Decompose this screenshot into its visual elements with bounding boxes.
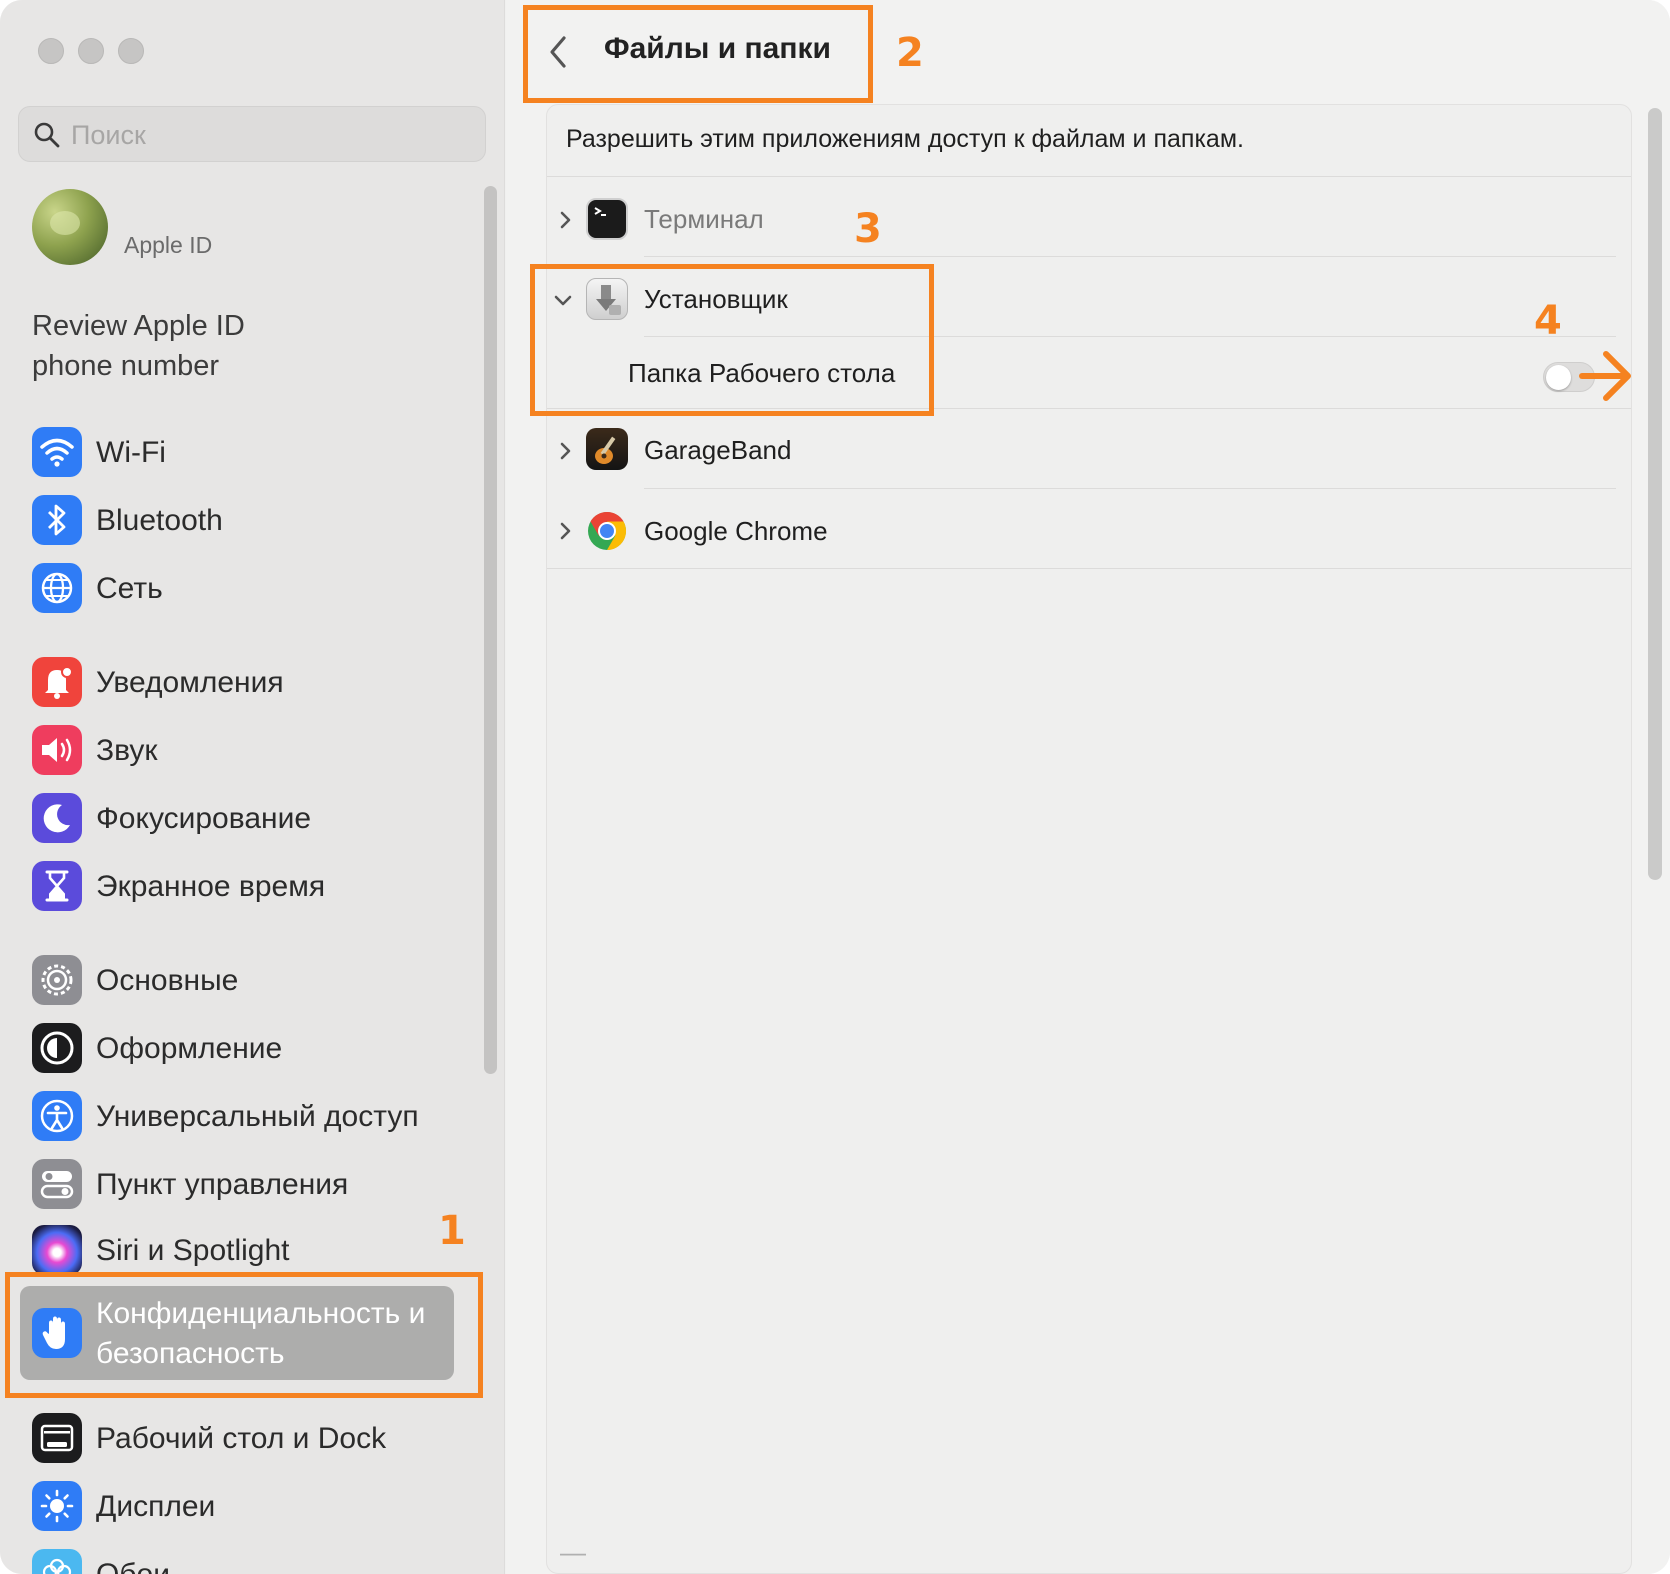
sidebar-item-screen-time[interactable]: Экранное время (30, 858, 470, 914)
apple-id-label[interactable]: Apple ID (124, 232, 212, 259)
annotation-box-2 (523, 5, 873, 103)
sidebar-item-label: Фокусирование (96, 802, 312, 835)
search-field[interactable] (18, 106, 486, 162)
annotation-label-1: 1 (438, 1208, 466, 1254)
chevron-right-icon[interactable] (554, 440, 576, 462)
sidebar-item-label: Экранное время (96, 870, 326, 903)
divider (644, 488, 1616, 489)
sidebar-item-accessibility[interactable]: Универсальный доступ (30, 1088, 470, 1144)
search-input[interactable] (71, 115, 471, 155)
garageband-icon (586, 428, 628, 470)
sidebar-item-label: Уведомления (96, 666, 284, 699)
appearance-icon (32, 1023, 82, 1073)
sidebar-item-label: Wi-Fi (96, 436, 166, 469)
annotation-label-4: 4 (1534, 298, 1562, 344)
accessibility-icon (32, 1091, 82, 1141)
sidebar-item-label: Пункт управления (96, 1168, 349, 1201)
divider (547, 176, 1631, 177)
bluetooth-icon (32, 495, 82, 545)
sidebar-item-wifi[interactable]: Wi-Fi (30, 424, 470, 480)
sidebar-item-sound[interactable]: Звук (30, 722, 470, 778)
chevron-right-icon[interactable] (554, 209, 576, 231)
sidebar-item-label: Звук (96, 734, 158, 767)
sidebar-item-desktop-dock[interactable]: Рабочий стол и Dock (30, 1410, 470, 1466)
sidebar-item-focus[interactable]: Фокусирование (30, 790, 470, 846)
gear-icon (32, 955, 82, 1005)
sun-icon (32, 1481, 82, 1531)
sidebar-item-displays[interactable]: Дисплеи (30, 1478, 470, 1534)
divider (547, 568, 1631, 569)
bell-icon (32, 657, 82, 707)
annotation-label-2: 2 (896, 30, 924, 76)
speaker-icon (32, 725, 82, 775)
sidebar-item-notifications[interactable]: Уведомления (30, 654, 470, 710)
sidebar-item-control-center[interactable]: Пункт управления (30, 1156, 470, 1212)
sidebar-item-label: Siri и Spotlight (96, 1234, 290, 1267)
sidebar-item-appearance[interactable]: Оформление (30, 1020, 470, 1076)
wallpaper-icon (32, 1549, 82, 1574)
settings-window: Apple ID Review Apple ID phone number Wi… (0, 0, 1670, 1574)
sidebar-item-label: Основные (96, 964, 239, 997)
avatar[interactable] (32, 189, 108, 265)
moon-icon (32, 793, 82, 843)
app-name-terminal: Терминал (644, 204, 764, 234)
sidebar-item-label: Обои (96, 1558, 170, 1574)
panel-description: Разрешить этим приложениям доступ к файл… (566, 125, 1244, 153)
minimize-window-button[interactable] (78, 38, 104, 64)
toggle-knob (1546, 365, 1571, 390)
sidebar-item-network[interactable]: Сеть (30, 560, 470, 616)
close-window-button[interactable] (38, 38, 64, 64)
wifi-icon (32, 427, 82, 477)
zoom-window-button[interactable] (118, 38, 144, 64)
remove-button[interactable]: — (560, 1537, 586, 1568)
siri-icon (32, 1225, 82, 1275)
main-scrollbar[interactable] (1648, 108, 1662, 880)
sidebar-item-bluetooth[interactable]: Bluetooth (30, 492, 470, 548)
sidebar-item-label: Рабочий стол и Dock (96, 1422, 387, 1455)
sidebar-scrollbar[interactable] (484, 186, 497, 1074)
chevron-right-icon[interactable] (554, 520, 576, 542)
sidebar-item-general[interactable]: Основные (30, 952, 470, 1008)
sidebar-item-wallpaper[interactable]: Обои (30, 1546, 470, 1574)
globe-icon (32, 563, 82, 613)
sidebar: Apple ID Review Apple ID phone number Wi… (0, 0, 505, 1574)
annotation-arrow-icon (1579, 351, 1631, 401)
app-name-chrome: Google Chrome (644, 516, 828, 546)
sidebar-item-label: Сеть (96, 572, 163, 605)
sidebar-item-siri-spotlight[interactable]: Siri и Spotlight (30, 1222, 470, 1278)
search-icon (34, 122, 60, 148)
control-center-icon (32, 1159, 82, 1209)
chrome-icon (586, 510, 628, 552)
sidebar-item-label: Дисплеи (96, 1490, 216, 1523)
sidebar-item-label: Bluetooth (96, 504, 223, 537)
annotation-box-3 (530, 264, 934, 416)
divider (644, 256, 1616, 257)
sidebar-item-label: Оформление (96, 1032, 283, 1065)
review-apple-id-notice[interactable]: Review Apple ID phone number (32, 306, 332, 386)
app-name-garageband: GarageBand (644, 435, 792, 465)
annotation-box-1 (5, 1272, 483, 1398)
terminal-icon (586, 198, 628, 240)
main-content: Файлы и папки Разрешить этим приложениям… (506, 0, 1670, 1574)
sidebar-item-label: Универсальный доступ (96, 1100, 419, 1133)
dock-icon (32, 1413, 82, 1463)
annotation-label-3: 3 (854, 206, 882, 252)
hourglass-icon (32, 861, 82, 911)
